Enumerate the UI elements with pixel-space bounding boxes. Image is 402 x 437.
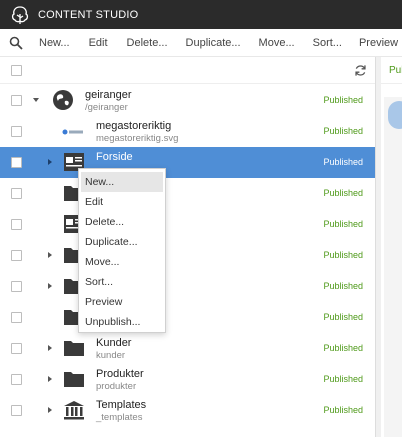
refresh-icon[interactable] — [354, 64, 367, 77]
row-path: produkter — [96, 381, 137, 392]
row-name: Forside — [96, 151, 133, 163]
status-badge: Published — [323, 343, 363, 353]
context-menu-new[interactable]: New... — [81, 172, 163, 192]
row-checkbox[interactable] — [11, 188, 22, 199]
expand-right-icon[interactable] — [46, 375, 54, 383]
row-checkbox[interactable] — [11, 157, 22, 168]
tree-row[interactable]: Published — [0, 302, 375, 333]
preview-area — [384, 97, 402, 437]
status-badge: Published — [323, 219, 363, 229]
delete-button[interactable]: Delete... — [127, 37, 168, 49]
preview-header: Pul — [381, 57, 402, 84]
row-path: megastoreriktig.svg — [96, 133, 179, 144]
sort-button[interactable]: Sort... — [313, 37, 342, 49]
preview-status: Pul — [389, 65, 402, 76]
tree-row-megastoreriktig[interactable]: megastoreriktig megastoreriktig.svg Publ… — [0, 116, 375, 147]
row-path: /geiranger — [85, 102, 128, 113]
top-bar: CONTENT STUDIO — [0, 0, 402, 29]
status-badge: Published — [323, 250, 363, 260]
context-menu-unpublish[interactable]: Unpublish... — [79, 312, 165, 332]
expand-right-icon[interactable] — [46, 282, 54, 290]
globe-icon — [53, 90, 73, 110]
edit-button[interactable]: Edit — [89, 37, 108, 49]
status-badge: Published — [323, 188, 363, 198]
row-name: Produkter — [96, 368, 144, 380]
content-tree-grid: geiranger /geiranger Published megastore… — [0, 57, 375, 437]
context-menu: New... Edit Delete... Duplicate... Move.… — [78, 168, 166, 333]
duplicate-button[interactable]: Duplicate... — [186, 37, 241, 49]
context-menu-sort[interactable]: Sort... — [79, 272, 165, 292]
status-badge: Published — [323, 95, 363, 105]
preview-panel: Pul — [381, 57, 402, 437]
tree-row[interactable]: Published — [0, 209, 375, 240]
image-icon — [62, 129, 83, 135]
content-studio-logo-icon[interactable] — [10, 5, 30, 25]
row-checkbox[interactable] — [11, 405, 22, 416]
tree-row[interactable]: Published — [0, 240, 375, 271]
app-title: CONTENT STUDIO — [38, 8, 139, 21]
row-checkbox[interactable] — [11, 219, 22, 230]
row-checkbox[interactable] — [11, 374, 22, 385]
folder-icon — [64, 341, 84, 356]
row-name: megastoreriktig — [96, 120, 172, 132]
row-name: geiranger — [85, 89, 132, 101]
search-icon[interactable] — [9, 36, 23, 50]
expand-right-icon[interactable] — [46, 251, 54, 259]
tree-row-templates[interactable]: Templates _templates Published — [0, 395, 375, 426]
row-path: kunder — [96, 350, 126, 361]
context-menu-delete[interactable]: Delete... — [79, 212, 165, 232]
context-menu-move[interactable]: Move... — [79, 252, 165, 272]
row-path: _templates — [96, 412, 143, 423]
context-menu-edit[interactable]: Edit — [79, 192, 165, 212]
status-badge: Published — [323, 157, 363, 167]
folder-icon — [64, 372, 84, 387]
row-checkbox[interactable] — [11, 250, 22, 261]
status-badge: Published — [323, 374, 363, 384]
preview-thumbnail — [388, 101, 402, 129]
new-button[interactable]: New... — [39, 37, 70, 49]
expand-right-icon[interactable] — [46, 158, 54, 166]
row-checkbox[interactable] — [11, 126, 22, 137]
tree-row-produkter[interactable]: Produkter produkter Published — [0, 364, 375, 395]
tree-row[interactable]: Published — [0, 178, 375, 209]
select-all-checkbox[interactable] — [11, 65, 22, 76]
context-menu-preview[interactable]: Preview — [79, 292, 165, 312]
tree-row-kunder[interactable]: Kunder kunder Published — [0, 333, 375, 364]
toolbar: New... Edit Delete... Duplicate... Move.… — [0, 29, 402, 57]
templates-icon — [64, 401, 84, 420]
row-checkbox[interactable] — [11, 343, 22, 354]
context-menu-duplicate[interactable]: Duplicate... — [79, 232, 165, 252]
tree-row-forside[interactable]: Forside Published — [0, 147, 375, 178]
row-name: Kunder — [96, 337, 132, 349]
preview-button[interactable]: Preview — [359, 37, 398, 49]
row-checkbox[interactable] — [11, 281, 22, 292]
status-badge: Published — [323, 405, 363, 415]
tree-row[interactable]: Published — [0, 271, 375, 302]
expand-right-icon[interactable] — [46, 406, 54, 414]
grid-header — [0, 57, 375, 84]
move-button[interactable]: Move... — [259, 37, 295, 49]
expand-right-icon[interactable] — [46, 344, 54, 352]
status-badge: Published — [323, 281, 363, 291]
row-checkbox[interactable] — [11, 95, 22, 106]
expand-down-icon[interactable] — [32, 96, 40, 104]
status-badge: Published — [323, 312, 363, 322]
row-name: Templates — [96, 399, 147, 411]
status-badge: Published — [323, 126, 363, 136]
tree-row-geiranger[interactable]: geiranger /geiranger Published — [0, 85, 375, 116]
row-checkbox[interactable] — [11, 312, 22, 323]
